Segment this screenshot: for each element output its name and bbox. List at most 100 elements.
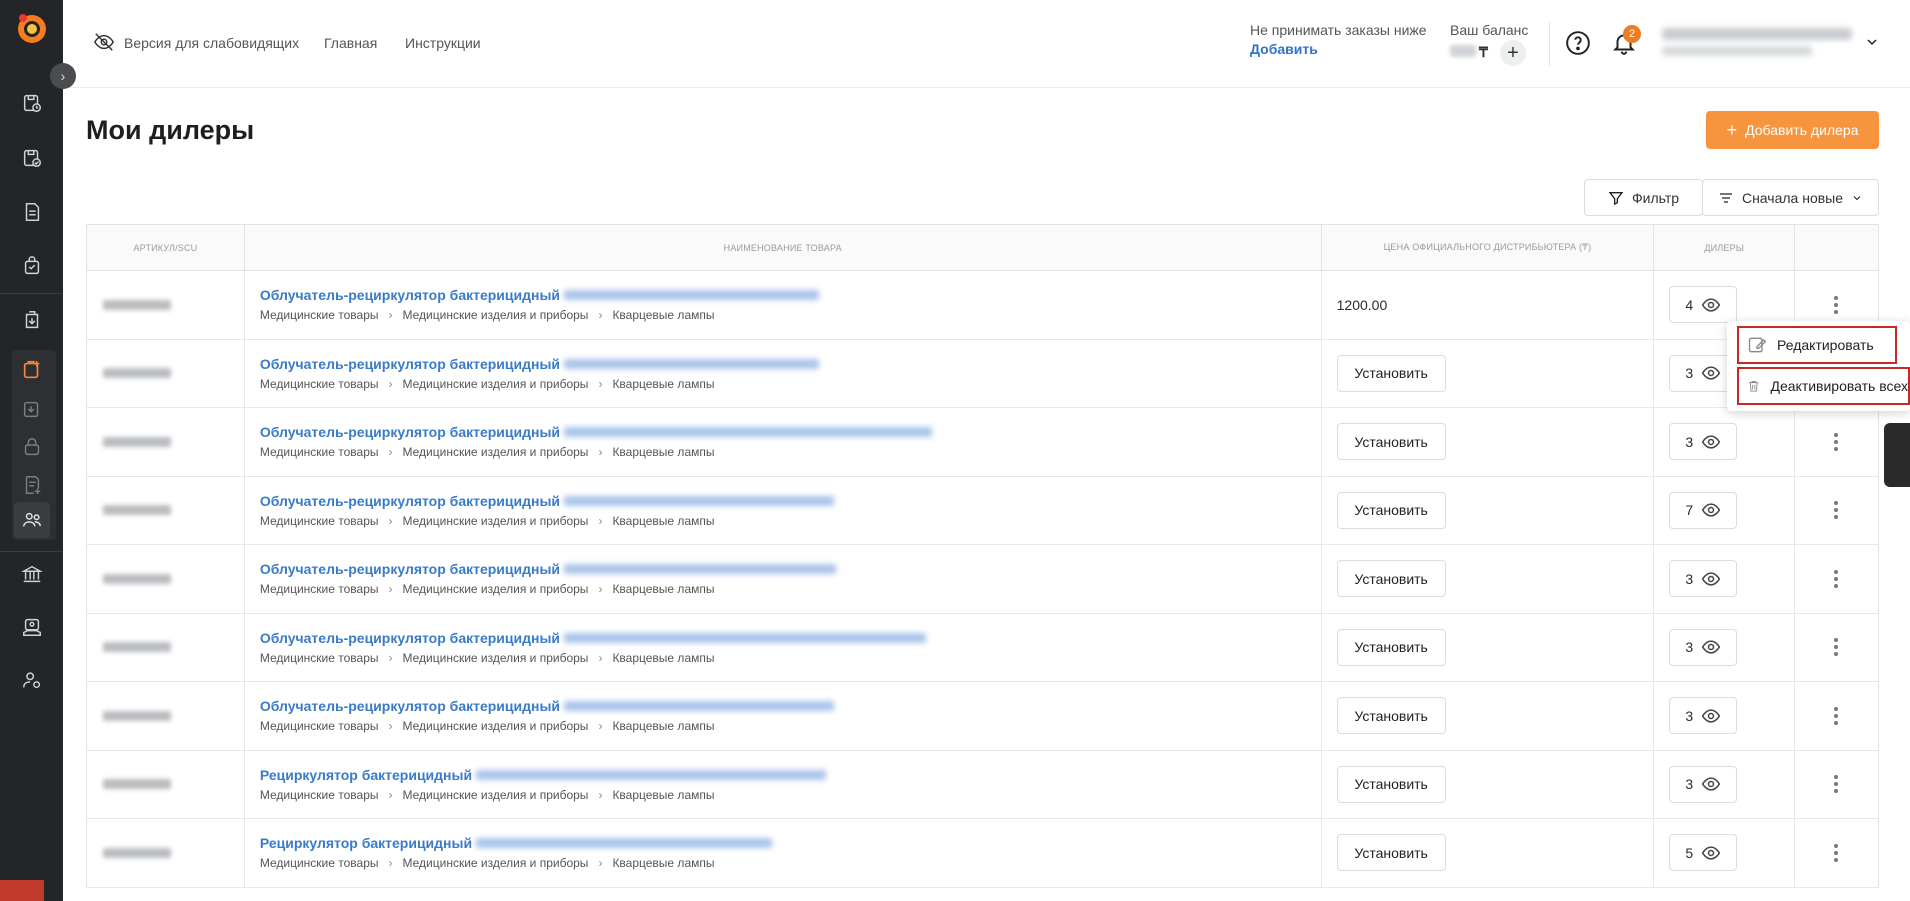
view-dealers-button[interactable]: 3 xyxy=(1669,423,1738,461)
menu-item-edit-label: Редактировать xyxy=(1777,337,1874,353)
more-actions-icon[interactable] xyxy=(1831,638,1841,657)
product-name-link[interactable]: Облучатель-рециркулятор бактерицидный xyxy=(260,493,560,509)
more-actions-icon[interactable] xyxy=(1831,843,1841,862)
breadcrumb-item[interactable]: Кварцевые лампы xyxy=(612,514,714,528)
sidebar-item-bank[interactable] xyxy=(14,556,50,592)
set-price-button[interactable]: Установить xyxy=(1336,354,1446,392)
breadcrumb-item[interactable]: Медицинские изделия и приборы xyxy=(403,582,589,596)
min-order-add-link[interactable]: Добавить xyxy=(1250,41,1318,57)
column-header-dealers: Дилеры xyxy=(1654,225,1796,270)
more-actions-icon[interactable] xyxy=(1831,706,1841,725)
help-icon[interactable] xyxy=(1565,30,1591,56)
breadcrumb-item[interactable]: Медицинские изделия и приборы xyxy=(403,788,589,802)
nav-link-home[interactable]: Главная xyxy=(324,35,377,51)
sidebar-expand-button[interactable]: › xyxy=(50,63,76,89)
set-price-button[interactable]: Установить xyxy=(1336,560,1446,598)
view-dealers-button[interactable]: 3 xyxy=(1669,628,1738,666)
breadcrumb-item[interactable]: Кварцевые лампы xyxy=(612,788,714,802)
nav-link-instructions[interactable]: Инструкции xyxy=(405,35,481,51)
sidebar-item-shopping[interactable] xyxy=(14,248,50,284)
logo-icon[interactable] xyxy=(14,10,50,46)
sidebar-item-orders-done[interactable] xyxy=(14,140,50,176)
set-price-button[interactable]: Установить xyxy=(1336,423,1446,461)
set-price-button[interactable]: Установить xyxy=(1336,491,1446,529)
breadcrumb-item[interactable]: Медицинские товары xyxy=(260,582,379,596)
breadcrumb-item[interactable]: Медицинские изделия и приборы xyxy=(403,377,589,391)
breadcrumb-item[interactable]: Кварцевые лампы xyxy=(612,856,714,870)
more-actions-icon[interactable] xyxy=(1831,569,1841,588)
product-name-link[interactable]: Облучатель-рециркулятор бактерицидный xyxy=(260,698,560,714)
breadcrumb-separator-icon: › xyxy=(388,650,393,665)
breadcrumb-item[interactable]: Медицинские товары xyxy=(260,856,379,870)
breadcrumb-item[interactable]: Кварцевые лампы xyxy=(612,719,714,733)
breadcrumb-item[interactable]: Медицинские изделия и приборы xyxy=(403,719,589,733)
sidebar-item-locked[interactable] xyxy=(14,429,50,465)
eye-off-icon[interactable] xyxy=(93,31,115,53)
breadcrumb-item[interactable]: Медицинские изделия и приборы xyxy=(403,856,589,870)
sidebar-item-add-list[interactable] xyxy=(14,467,50,503)
product-name-link[interactable]: Рециркулятор бактерицидный xyxy=(260,767,472,783)
product-name-link[interactable]: Облучатель-рециркулятор бактерицидный xyxy=(260,561,560,577)
top-up-balance-button[interactable]: + xyxy=(1500,40,1526,66)
sidebar-item-product-import[interactable] xyxy=(14,391,50,427)
breadcrumb-item[interactable]: Медицинские изделия и приборы xyxy=(403,445,589,459)
breadcrumb-item[interactable]: Медицинские товары xyxy=(260,377,379,391)
filter-button[interactable]: Фильтр xyxy=(1584,179,1703,216)
breadcrumb-item[interactable]: Медицинские товары xyxy=(260,514,379,528)
set-price-button[interactable]: Установить xyxy=(1336,765,1446,803)
sidebar-item-support[interactable] xyxy=(14,609,50,645)
set-price-button[interactable]: Установить xyxy=(1336,697,1446,735)
language-flag-icon[interactable] xyxy=(0,880,44,901)
sidebar-item-add-product[interactable] xyxy=(14,352,50,388)
more-actions-icon[interactable] xyxy=(1831,432,1841,451)
actions-cell xyxy=(1795,614,1878,682)
breadcrumb-item[interactable]: Медицинские товары xyxy=(260,308,379,322)
product-name-link[interactable]: Облучатель-рециркулятор бактерицидный xyxy=(260,356,560,372)
sort-dropdown[interactable]: Сначала новые xyxy=(1702,179,1879,216)
more-actions-icon[interactable] xyxy=(1831,775,1841,794)
view-dealers-button[interactable]: 3 xyxy=(1669,765,1738,803)
set-price-button[interactable]: Установить xyxy=(1336,834,1446,872)
breadcrumb-item[interactable]: Кварцевые лампы xyxy=(612,377,714,391)
breadcrumb-item[interactable]: Кварцевые лампы xyxy=(612,582,714,596)
add-dealer-button[interactable]: + Добавить дилера xyxy=(1706,111,1879,149)
view-dealers-button[interactable]: 5 xyxy=(1669,834,1738,872)
menu-item-edit[interactable]: Редактировать xyxy=(1737,326,1897,364)
balance-value-blurred xyxy=(1450,45,1476,57)
product-name-link[interactable]: Рециркулятор бактерицидный xyxy=(260,835,472,851)
plus-icon: + xyxy=(1726,120,1738,140)
accessibility-link[interactable]: Версия для слабовидящих xyxy=(124,35,299,51)
breadcrumb-item[interactable]: Кварцевые лампы xyxy=(612,308,714,322)
breadcrumb-item[interactable]: Кварцевые лампы xyxy=(612,445,714,459)
product-name-link[interactable]: Облучатель-рециркулятор бактерицидный xyxy=(260,424,560,440)
breadcrumb-item[interactable]: Медицинские изделия и приборы xyxy=(403,651,589,665)
side-panel-tab[interactable] xyxy=(1884,423,1910,487)
sidebar-item-dealers[interactable] xyxy=(14,502,50,538)
breadcrumb-item[interactable]: Медицинские изделия и приборы xyxy=(403,514,589,528)
table-header: Артикул/SCU Наименование товара Цена офи… xyxy=(87,225,1878,271)
breadcrumb-item[interactable]: Кварцевые лампы xyxy=(612,651,714,665)
product-name-link[interactable]: Облучатель-рециркулятор бактерицидный xyxy=(260,287,560,303)
view-dealers-button[interactable]: 3 xyxy=(1669,560,1738,598)
user-name-blurred[interactable] xyxy=(1662,28,1852,40)
set-price-button[interactable]: Установить xyxy=(1336,628,1446,666)
view-dealers-button[interactable]: 7 xyxy=(1669,491,1738,529)
dealers-cell: 3 xyxy=(1654,545,1796,613)
breadcrumb-item[interactable]: Медицинские товары xyxy=(260,445,379,459)
view-dealers-button[interactable]: 4 xyxy=(1669,286,1738,324)
chevron-down-icon[interactable] xyxy=(1864,34,1880,50)
breadcrumb-item[interactable]: Медицинские товары xyxy=(260,651,379,665)
sidebar-item-documents[interactable] xyxy=(14,194,50,230)
more-actions-icon[interactable] xyxy=(1831,501,1841,520)
menu-item-deactivate-all[interactable]: Деактивировать всех xyxy=(1737,367,1910,405)
sidebar-item-orders-history[interactable] xyxy=(14,85,50,121)
header-divider xyxy=(1549,22,1550,66)
breadcrumb-item[interactable]: Медицинские изделия и приборы xyxy=(403,308,589,322)
product-name-link[interactable]: Облучатель-рециркулятор бактерицидный xyxy=(260,630,560,646)
sidebar-item-imports[interactable] xyxy=(14,302,50,338)
breadcrumb-item[interactable]: Медицинские товары xyxy=(260,788,379,802)
sidebar-item-user-settings[interactable] xyxy=(14,662,50,698)
breadcrumb-item[interactable]: Медицинские товары xyxy=(260,719,379,733)
view-dealers-button[interactable]: 3 xyxy=(1669,697,1738,735)
more-actions-icon[interactable] xyxy=(1831,295,1841,314)
